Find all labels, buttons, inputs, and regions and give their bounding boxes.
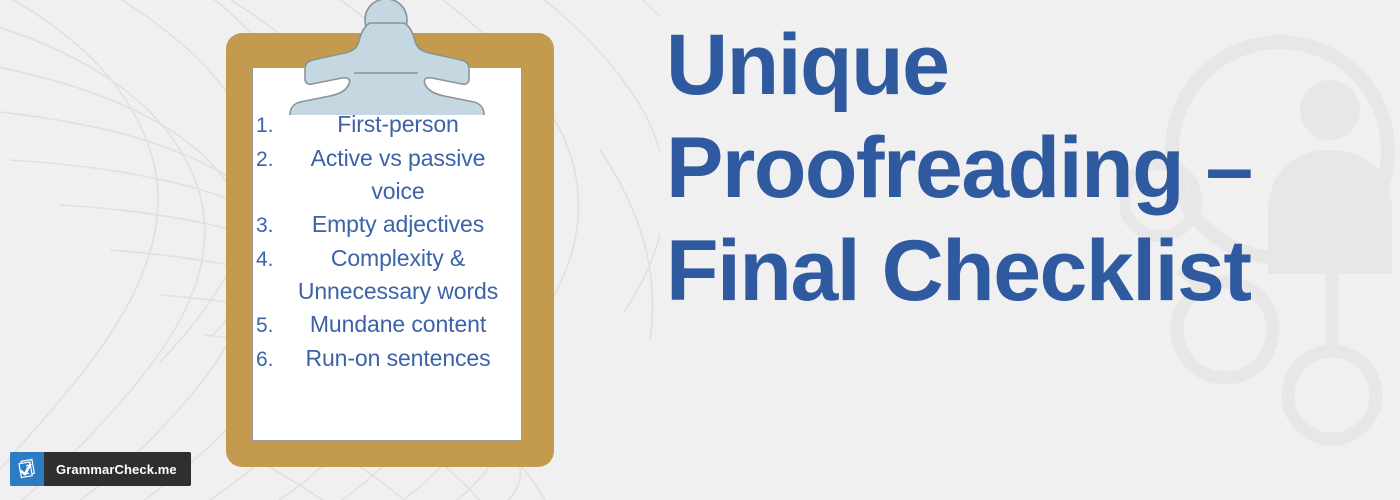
list-item-label: Mundane content bbox=[309, 311, 487, 337]
document-check-icon bbox=[10, 452, 44, 486]
list-item-number: 1. bbox=[256, 114, 274, 137]
list-item-number: 5. bbox=[256, 314, 274, 337]
list-item: 2. Active vs passive voice bbox=[256, 142, 512, 208]
list-item-label: Empty adjectives bbox=[311, 211, 485, 237]
page-title-line-1: Unique bbox=[666, 17, 950, 113]
list-item: 6. Run-on sentences bbox=[256, 342, 512, 376]
list-item: 5. Mundane content bbox=[256, 308, 512, 342]
list-item-label: First-person bbox=[337, 111, 459, 137]
page-title: Unique Proofreading – Final Checklist bbox=[666, 14, 1386, 323]
brand-badge[interactable]: GrammarCheck.me bbox=[10, 452, 191, 486]
list-item-label: Run-on sentences bbox=[305, 345, 491, 371]
list-item-number: 4. bbox=[256, 248, 274, 271]
clipboard-clip-icon bbox=[289, 0, 485, 115]
list-item-number: 6. bbox=[256, 348, 274, 371]
list-item-label: Complexity & Unnecessary words bbox=[297, 245, 499, 304]
page-title-line-2: Proofreading – bbox=[666, 120, 1253, 216]
brand-badge-label: GrammarCheck.me bbox=[56, 461, 177, 477]
list-item-number: 3. bbox=[256, 214, 274, 237]
list-item: 3. Empty adjectives bbox=[256, 208, 512, 242]
page-title-line-3: Final Checklist bbox=[666, 223, 1252, 319]
list-item: 4. Complexity & Unnecessary words bbox=[256, 242, 512, 308]
list-item-label: Active vs passive voice bbox=[310, 145, 486, 204]
checklist: 1. First-person 2. Active vs passive voi… bbox=[252, 108, 522, 376]
list-item-number: 2. bbox=[256, 148, 274, 171]
poster-canvas: 1. First-person 2. Active vs passive voi… bbox=[0, 0, 1400, 500]
list-item: 1. First-person bbox=[256, 108, 512, 142]
